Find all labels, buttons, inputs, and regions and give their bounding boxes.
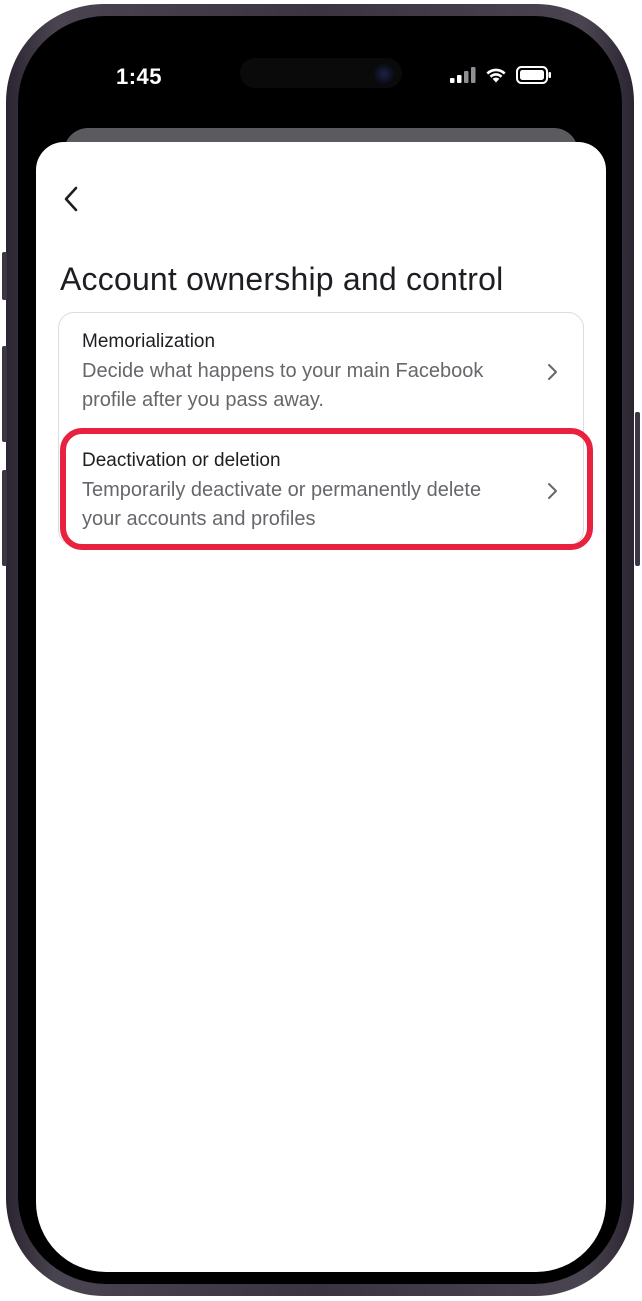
options-card: Memorialization Decide what happens to y… [58, 312, 584, 546]
battery-icon [516, 66, 552, 89]
memorialization-option[interactable]: Memorialization Decide what happens to y… [59, 313, 583, 431]
option-title: Memorialization [82, 331, 216, 352]
front-camera [374, 64, 394, 84]
deactivation-deletion-option[interactable]: Deactivation or deletion Temporarily dea… [59, 431, 583, 545]
status-icons [450, 66, 552, 89]
chevron-right-icon [545, 363, 561, 380]
option-description: Temporarily deactivate or permanently de… [82, 479, 482, 530]
back-button[interactable] [56, 186, 86, 216]
status-time: 1:45 [116, 64, 163, 89]
action-button [2, 252, 7, 300]
power-button [635, 412, 640, 566]
settings-sheet: Account ownership and control Memorializ… [36, 142, 606, 1272]
screenshot-stage: 1:45 Account ownership and control Memor… [0, 0, 642, 1301]
volume-up-button [2, 346, 7, 442]
status-bar: 1:45 [36, 28, 606, 128]
option-description: Decide what happens to your main Faceboo… [82, 360, 484, 411]
chevron-right-icon [545, 482, 561, 499]
cellular-signal-icon [450, 67, 476, 88]
option-title: Deactivation or deletion [82, 450, 281, 471]
chevron-left-icon [62, 186, 80, 217]
page-title: Account ownership and control [60, 261, 504, 298]
wifi-icon [484, 66, 508, 89]
volume-down-button [2, 470, 7, 566]
phone-screen: 1:45 Account ownership and control Memor… [36, 28, 606, 1272]
